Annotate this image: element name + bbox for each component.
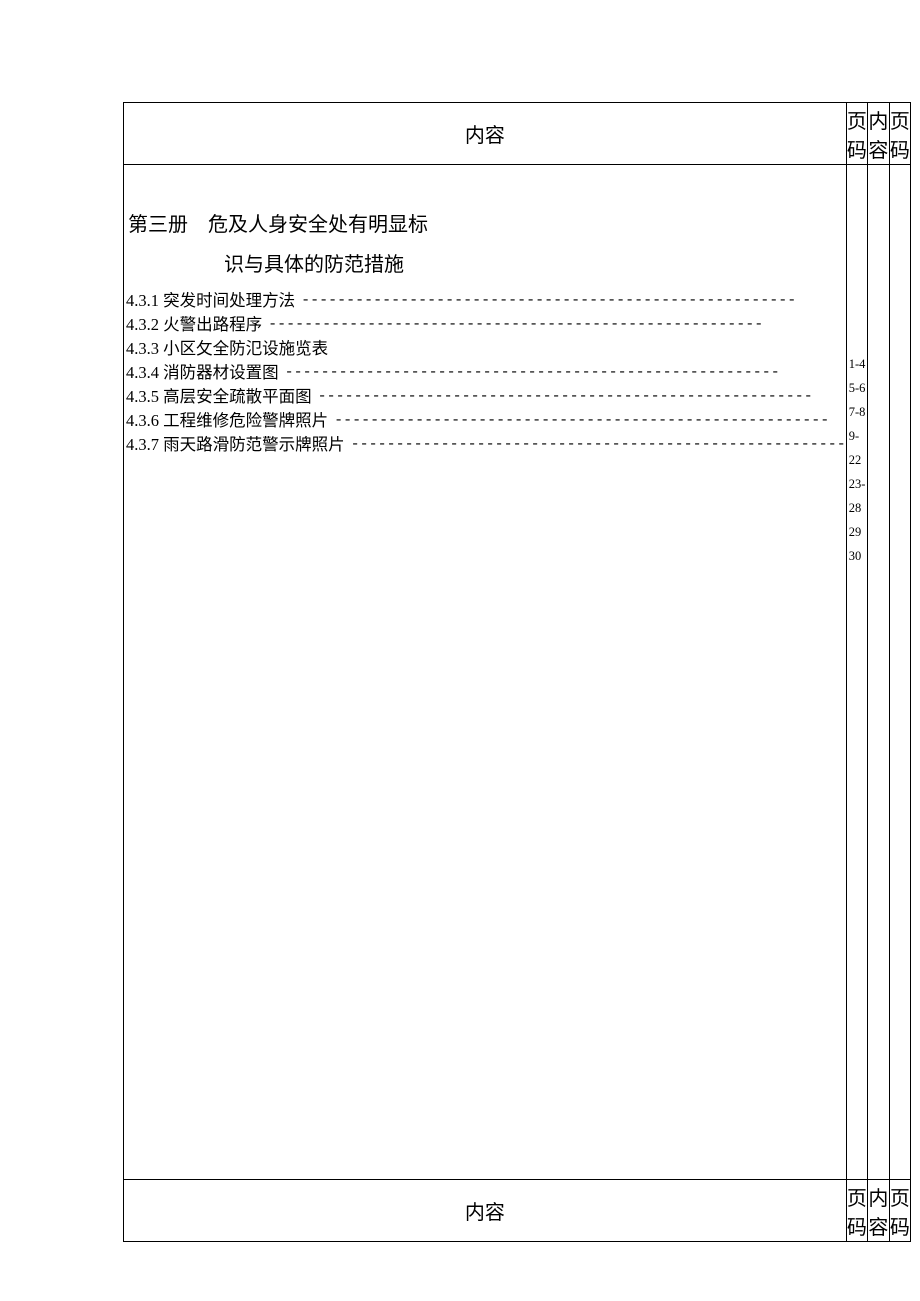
toc-page: 7-8 <box>849 400 867 424</box>
header-page-right: 页码 <box>889 103 910 165</box>
toc-item-label: 4.3.1 突发时间处理方法 <box>126 289 295 313</box>
toc-leader <box>262 313 846 337</box>
table-body-row: 第三册 危及人身安全处有明显标 识与具体的防范措施 4.3.1 突发时间处理方法… <box>124 165 911 1180</box>
toc-item-label: 4.3.5 高层安全疏散平面图 <box>126 385 312 409</box>
toc-page: 29 <box>849 520 867 544</box>
toc-leader <box>295 289 846 313</box>
toc-list: 4.3.1 突发时间处理方法 4.3.2 火警出路程序 4.3.3 小区攵全防氾… <box>124 285 846 457</box>
header-content-right: 内容 <box>867 103 889 165</box>
content-cell-right <box>867 165 889 1180</box>
toc-item: 4.3.3 小区攵全防氾设施览表 <box>126 337 846 361</box>
toc-item-label: 4.3.6 工程维修危险警牌照片 <box>126 409 328 433</box>
toc-item: 4.3.7 雨天路滑防范警示牌照片 <box>126 433 846 457</box>
header-content-left: 内容 <box>124 103 847 165</box>
toc-page: 23-28 <box>849 472 867 520</box>
toc-item-label: 4.3.3 小区攵全防氾设施览表 <box>126 337 328 361</box>
page-cell-right <box>889 165 910 1180</box>
toc-table: 内容 页码 内容 页码 第三册 危及人身安全处有明显标 识与具体的防范措施 4.… <box>123 102 911 1242</box>
page-cell-left: 1-4 5-6 7-8 9-22 23-28 29 30 <box>846 165 867 1180</box>
toc-item: 4.3.4 消防器材设置图 <box>126 361 846 385</box>
toc-item: 4.3.2 火警出路程序 <box>126 313 846 337</box>
toc-item-label: 4.3.7 雨天路滑防范警示牌照片 <box>126 433 345 457</box>
footer-page-left: 页码 <box>846 1180 867 1242</box>
toc-item: 4.3.1 突发时间处理方法 <box>126 289 846 313</box>
header-page-left: 页码 <box>846 103 867 165</box>
toc-item-label: 4.3.2 火警出路程序 <box>126 313 262 337</box>
content-cell-left: 第三册 危及人身安全处有明显标 识与具体的防范措施 4.3.1 突发时间处理方法… <box>124 165 847 1180</box>
volume-title-line2: 识与具体的防范措施 <box>128 245 838 285</box>
volume-title-1: 危及人身安全处有明显标 <box>208 214 428 236</box>
toc-page: 1-4 <box>849 352 867 376</box>
toc-page: 5-6 <box>849 376 867 400</box>
toc-page: 9-22 <box>849 424 867 472</box>
table-header-row: 内容 页码 内容 页码 <box>124 103 911 165</box>
table-footer-row: 内容 页码 内容 页码 <box>124 1180 911 1242</box>
toc-page: 30 <box>849 544 867 568</box>
toc-leader <box>279 361 846 385</box>
toc-item-label: 4.3.4 消防器材设置图 <box>126 361 279 385</box>
footer-page-right: 页码 <box>889 1180 910 1242</box>
toc-leader <box>312 385 846 409</box>
footer-content-left: 内容 <box>124 1180 847 1242</box>
toc-item: 4.3.5 高层安全疏散平面图 <box>126 385 846 409</box>
footer-content-right: 内容 <box>867 1180 889 1242</box>
volume-prefix: 第三册 <box>128 214 188 236</box>
volume-title-line1: 第三册 危及人身安全处有明显标 <box>128 205 838 245</box>
toc-item: 4.3.6 工程维修危险警牌照片 <box>126 409 846 433</box>
toc-leader <box>328 409 846 433</box>
toc-leader <box>345 433 846 457</box>
